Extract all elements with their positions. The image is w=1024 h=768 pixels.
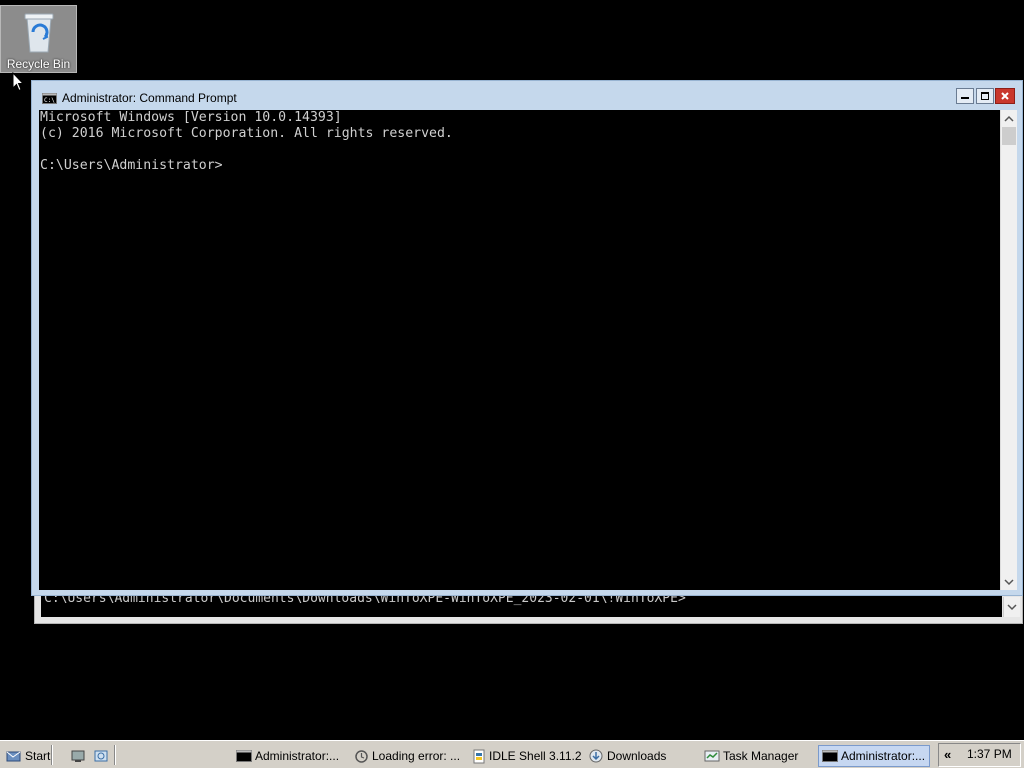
task-manager-icon xyxy=(704,750,720,762)
start-label: Start xyxy=(25,749,51,763)
maximize-button[interactable] xyxy=(976,88,994,104)
chevron-up-icon xyxy=(1004,115,1014,122)
minimize-icon xyxy=(961,97,969,99)
recycle-bin-icon xyxy=(24,13,53,53)
background-scrollbar[interactable] xyxy=(1003,597,1020,617)
explorer-icon xyxy=(94,750,108,762)
chevron-down-icon xyxy=(1004,578,1014,585)
mouse-cursor-icon xyxy=(12,72,24,92)
recycle-bin-desktop-icon[interactable]: Recycle Bin xyxy=(0,5,77,73)
scroll-up-button[interactable] xyxy=(1001,110,1017,127)
console-line: (c) 2016 Microsoft Corporation. All righ… xyxy=(40,126,453,141)
close-button[interactable] xyxy=(995,88,1015,104)
start-icon xyxy=(6,751,21,762)
close-icon xyxy=(1001,92,1009,100)
start-button[interactable]: Start xyxy=(6,745,50,767)
scroll-down-button[interactable] xyxy=(1001,573,1017,590)
quick-launch-explorer[interactable] xyxy=(93,745,112,767)
recycle-bin-label: Recycle Bin xyxy=(6,57,71,71)
console-prompt-line: C:\Users\Administrator> xyxy=(40,158,223,173)
taskbar: Start Administrator:... Loading error: .… xyxy=(0,740,1024,768)
taskbar-item-label: Administrator:... xyxy=(255,749,340,763)
system-tray: « 1:37 PM xyxy=(938,743,1021,767)
taskbar-item-administrator-active[interactable]: Administrator:... xyxy=(818,745,930,767)
taskbar-separator xyxy=(114,745,116,765)
taskbar-item-label: Loading error: ... xyxy=(372,749,461,763)
console-output-area[interactable]: Microsoft Windows [Version 10.0.14393] (… xyxy=(39,110,1000,590)
taskbar-item-idle-shell[interactable]: IDLE Shell 3.11.2 xyxy=(472,745,582,767)
console-icon xyxy=(822,750,838,762)
taskbar-item-label: IDLE Shell 3.11.2 xyxy=(489,749,582,763)
window-title: Administrator: Command Prompt xyxy=(62,91,237,105)
clock[interactable]: 1:37 PM xyxy=(967,747,1012,761)
command-prompt-window[interactable]: C:\ Administrator: Command Prompt Micros… xyxy=(31,80,1023,596)
console-icon: C:\ xyxy=(42,93,57,104)
taskbar-item-administrator-1[interactable]: Administrator:... xyxy=(236,745,339,767)
chevron-down-icon xyxy=(1007,604,1017,611)
taskbar-item-label: Downloads xyxy=(607,749,667,763)
svg-text:C:\: C:\ xyxy=(44,97,55,104)
vertical-scrollbar[interactable] xyxy=(1000,110,1017,590)
taskbar-item-label: Administrator:... xyxy=(841,749,926,763)
show-desktop-icon xyxy=(71,750,85,762)
taskbar-separator xyxy=(51,745,53,765)
console-line: Microsoft Windows [Version 10.0.14393] xyxy=(40,110,342,125)
maximize-icon xyxy=(981,92,989,100)
quick-launch-desktop[interactable] xyxy=(70,745,89,767)
scroll-thumb[interactable] xyxy=(1002,127,1016,145)
loading-icon xyxy=(355,749,368,763)
minimize-button[interactable] xyxy=(956,88,974,104)
console-icon xyxy=(236,750,252,762)
folder-icon xyxy=(589,749,603,763)
python-icon xyxy=(473,749,485,763)
taskbar-item-label: Task Manager xyxy=(723,749,799,763)
taskbar-item-loading-error[interactable]: Loading error: ... xyxy=(354,745,460,767)
taskbar-item-task-manager[interactable]: Task Manager xyxy=(704,745,798,767)
background-console-screen: C:\Users\Administrator\Documents\Downloa… xyxy=(41,593,1002,617)
taskbar-item-downloads[interactable]: Downloads xyxy=(588,745,666,767)
tray-expand-button[interactable]: « xyxy=(944,747,951,762)
title-bar[interactable]: C:\ Administrator: Command Prompt xyxy=(32,81,1022,111)
